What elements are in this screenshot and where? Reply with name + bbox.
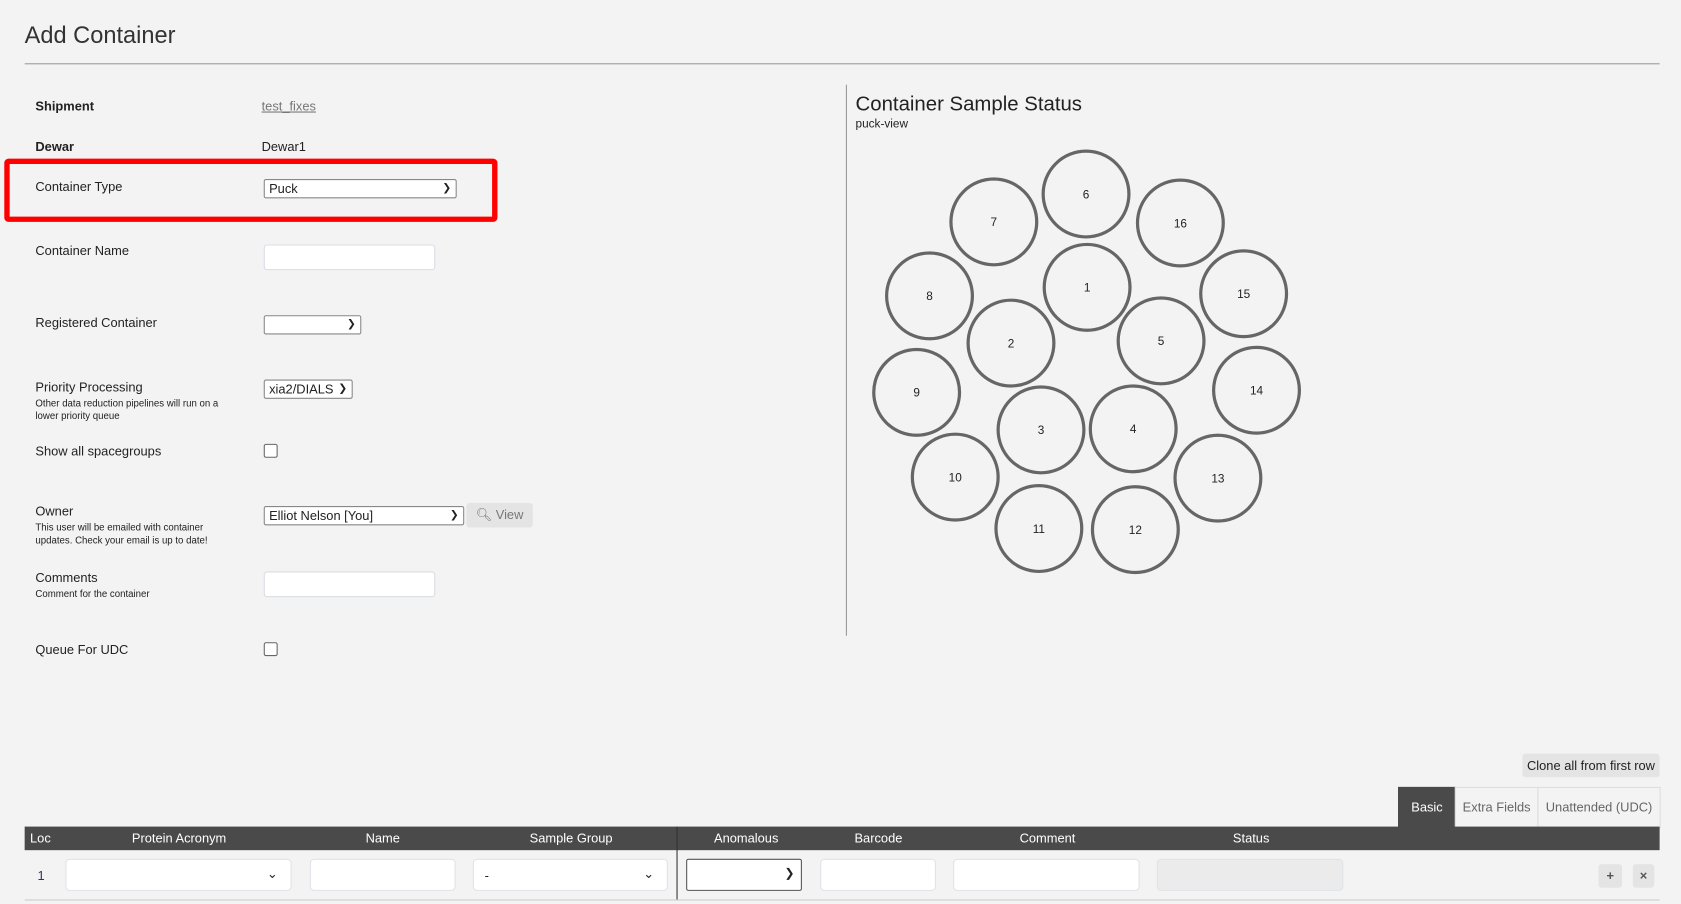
puck-slot-label: 5 xyxy=(1158,335,1165,348)
puck-position-4[interactable]: 4 xyxy=(1088,384,1178,474)
puck-slot-label: 15 xyxy=(1237,288,1251,301)
puck-position-10[interactable]: 10 xyxy=(910,432,1000,522)
chevron-down-icon: ❯ xyxy=(784,867,795,881)
plus-icon[interactable]: + xyxy=(1598,864,1623,888)
puck-slot-label: 13 xyxy=(1211,472,1225,485)
puck-position-7[interactable]: 7 xyxy=(949,177,1039,267)
puck-position-13[interactable]: 13 xyxy=(1173,433,1263,523)
col-sample-group: Sample Group xyxy=(529,830,613,846)
col-protein: Protein Acronym xyxy=(131,830,227,846)
barcode-input[interactable] xyxy=(820,858,936,891)
comment-input[interactable] xyxy=(953,858,1140,891)
puck-view: 123 4567891011 1213141516 xyxy=(872,149,1301,575)
puck-position-11[interactable]: 11 xyxy=(994,484,1084,574)
puck-position-14[interactable]: 14 xyxy=(1212,345,1301,435)
puck-slot-label: 11 xyxy=(1033,523,1045,536)
puck-slot-label: 3 xyxy=(1038,424,1045,437)
puck-slot-label: 12 xyxy=(1129,524,1142,537)
puck-position-6[interactable]: 6 xyxy=(1041,149,1131,239)
puck-slot-label: 10 xyxy=(949,471,963,484)
protein-select[interactable]: ⌄ xyxy=(65,858,292,891)
status-field xyxy=(1156,858,1344,891)
puck-slot-label: 2 xyxy=(1008,337,1015,350)
puck-position-5[interactable]: 5 xyxy=(1116,296,1206,386)
col-comment: Comment xyxy=(1019,830,1076,846)
puck-position-8[interactable]: 8 xyxy=(885,251,975,341)
puck-slot-label: 9 xyxy=(913,387,920,400)
puck-slot-label: 1 xyxy=(1084,282,1091,295)
row-loc: 1 xyxy=(37,868,45,884)
tab-basic[interactable]: Basic xyxy=(1398,786,1456,829)
column-divider xyxy=(676,826,678,900)
table-bottom-border xyxy=(24,899,1660,901)
puck-position-16[interactable]: 16 xyxy=(1135,178,1225,268)
chevron-down-icon: ⌄ xyxy=(266,866,278,882)
col-anomalous: Anomalous xyxy=(714,830,779,846)
col-name: Name xyxy=(365,830,400,846)
puck-position-2[interactable]: 2 xyxy=(966,298,1056,388)
anomalous-select[interactable]: ❯ xyxy=(686,858,802,891)
col-barcode: Barcode xyxy=(854,830,903,846)
puck-position-9[interactable]: 9 xyxy=(872,347,962,437)
col-loc: Loc xyxy=(30,830,51,846)
sample-group-value: - xyxy=(484,868,489,884)
puck-position-12[interactable]: 12 xyxy=(1090,485,1180,575)
puck-slot-label: 8 xyxy=(926,290,933,303)
tab-unattended[interactable]: Unattended (UDC) xyxy=(1537,786,1661,829)
samples-table-header: Loc Protein Acronym Name Sample Group An… xyxy=(24,826,1660,851)
puck-position-15[interactable]: 15 xyxy=(1199,249,1289,339)
puck-slot-label: 4 xyxy=(1130,423,1137,436)
puck-slot-label: 14 xyxy=(1250,385,1264,398)
sample-name-input[interactable] xyxy=(309,858,456,891)
clone-all-button[interactable]: Clone all from first row xyxy=(1522,753,1660,778)
x-icon[interactable]: × xyxy=(1632,864,1655,888)
puck-slot-label: 16 xyxy=(1174,217,1188,230)
chevron-down-icon: ⌄ xyxy=(643,866,654,882)
puck-slot-label: 7 xyxy=(991,216,998,229)
puck-slot-label: 6 xyxy=(1083,188,1090,201)
puck-position-1[interactable]: 1 xyxy=(1042,242,1132,332)
sample-group-select[interactable]: - ⌄ xyxy=(472,858,668,891)
puck-position-3[interactable]: 3 xyxy=(996,385,1086,475)
tab-extra-fields[interactable]: Extra Fields xyxy=(1454,786,1539,829)
col-status: Status xyxy=(1232,830,1270,846)
